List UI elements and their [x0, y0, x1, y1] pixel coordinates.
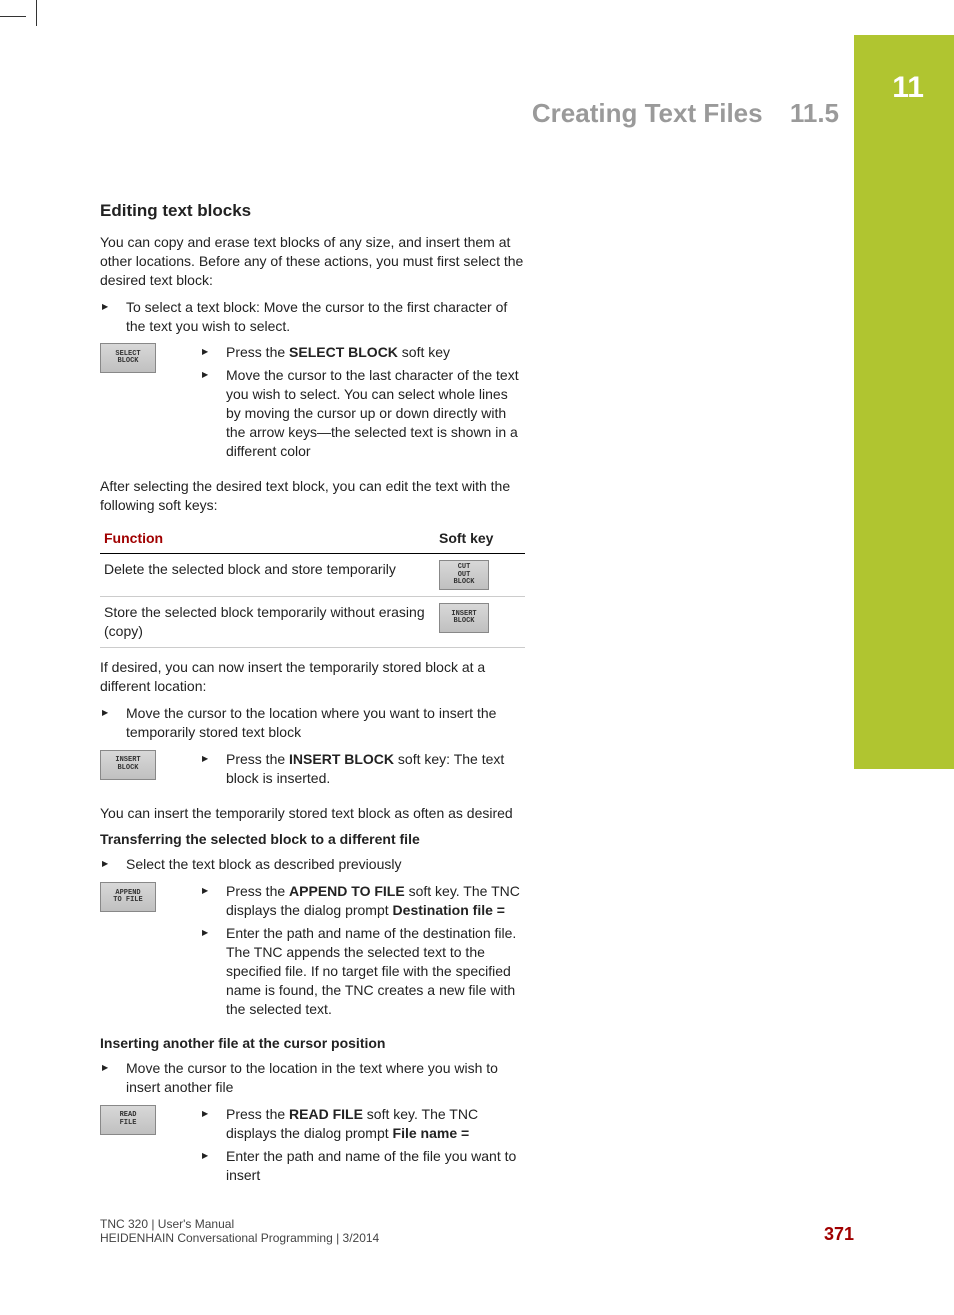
list-item: Move the cursor to the location where yo… — [100, 704, 525, 742]
crop-mark-vertical — [36, 0, 37, 26]
intro-paragraph: You can copy and erase text blocks of an… — [100, 233, 525, 290]
paragraph: If desired, you can now insert the tempo… — [100, 658, 525, 696]
softkey-insert-block: INSERT BLOCK — [100, 750, 156, 780]
table-cell-function: Delete the selected block and store temp… — [100, 554, 435, 597]
softkey-read-file: READ FILE — [100, 1105, 156, 1135]
softkey-table: Function Soft key Delete the selected bl… — [100, 523, 525, 649]
list-item: Press the APPEND TO FILE soft key. The T… — [200, 882, 525, 920]
softkey-select-block: SELECT BLOCK — [100, 343, 156, 373]
list-item: Enter the path and name of the file you … — [200, 1147, 525, 1185]
running-header: Creating Text Files 11.5 — [532, 98, 839, 129]
chapter-number: 11 — [892, 71, 924, 105]
footer: TNC 320 | User's Manual HEIDENHAIN Conve… — [100, 1217, 854, 1245]
paragraph: After selecting the desired text block, … — [100, 477, 525, 515]
list-item: To select a text block: Move the cursor … — [100, 298, 525, 336]
softkey-append-to-file: APPEND TO FILE — [100, 882, 156, 912]
table-row: Delete the selected block and store temp… — [100, 554, 525, 597]
header-title: Creating Text Files — [532, 98, 763, 128]
crop-mark-horizontal — [0, 16, 26, 17]
softkey-cut-out-block: CUT OUT BLOCK — [439, 560, 489, 590]
list-item: Press the SELECT BLOCK soft key — [200, 343, 525, 362]
list-item: Enter the path and name of the destinati… — [200, 924, 525, 1018]
list-item: Press the INSERT BLOCK soft key: The tex… — [200, 750, 525, 788]
page-number: 371 — [824, 1224, 854, 1245]
softkey-insert-block: INSERT BLOCK — [439, 603, 489, 633]
subheading: Transferring the selected block to a dif… — [100, 830, 525, 849]
footer-line1: TNC 320 | User's Manual — [100, 1217, 854, 1231]
table-row: Store the selected block temporarily wit… — [100, 597, 525, 648]
table-header-softkey: Soft key — [435, 523, 525, 554]
subheading: Inserting another file at the cursor pos… — [100, 1034, 525, 1053]
section-heading: Editing text blocks — [100, 200, 525, 223]
list-item: Press the READ FILE soft key. The TNC di… — [200, 1105, 525, 1143]
table-header-function: Function — [100, 523, 435, 554]
main-content: Editing text blocks You can copy and era… — [100, 200, 525, 1201]
table-cell-function: Store the selected block temporarily wit… — [100, 597, 435, 648]
header-section: 11.5 — [790, 98, 839, 128]
list-item: Move the cursor to the last character of… — [200, 366, 525, 460]
list-item: Select the text block as described previ… — [100, 855, 525, 874]
paragraph: You can insert the temporarily stored te… — [100, 804, 525, 823]
list-item: Move the cursor to the location in the t… — [100, 1059, 525, 1097]
chapter-tab: 11 — [854, 35, 954, 769]
footer-line2: HEIDENHAIN Conversational Programming | … — [100, 1231, 854, 1245]
